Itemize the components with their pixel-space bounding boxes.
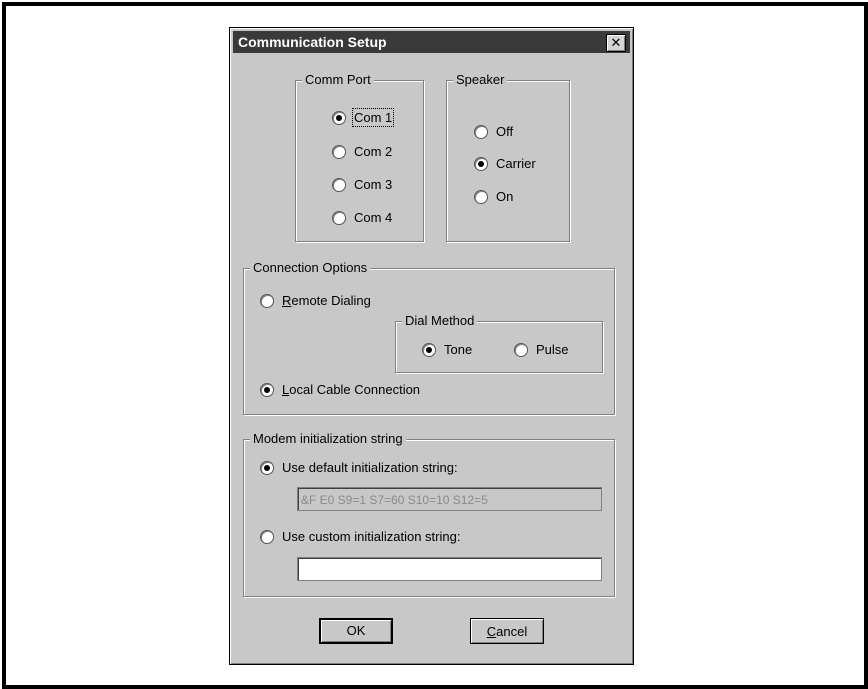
radio-speaker-carrier[interactable]: Carrier (474, 156, 536, 171)
radio-button[interactable] (332, 144, 346, 159)
radio-remote-dialing[interactable]: Remote Dialing (260, 293, 371, 308)
speaker-label: Speaker (453, 72, 508, 87)
use-custom-init-label: Use custom initialization string: (282, 529, 461, 544)
radio-local-cable[interactable]: Local Cable Connection (260, 382, 420, 397)
ok-button[interactable]: OK (319, 618, 393, 644)
connection-options-label: Connection Options (250, 260, 371, 275)
radio-button-selected[interactable] (474, 156, 488, 171)
mnemonic-r: R (282, 293, 292, 308)
remote-dialing-label: Remote Dialing (282, 293, 371, 308)
modem-init-label: Modem initialization string (250, 431, 406, 446)
communication-setup-dialog: Communication Setup ✕ Comm Port Com 1 Co… (229, 27, 634, 665)
dialog-title: Communication Setup (238, 34, 387, 50)
radio-button[interactable] (332, 210, 346, 225)
dial-method-group: Dial Method Tone Pulse (395, 313, 603, 373)
radio-button[interactable] (474, 189, 488, 204)
local-cable-rest: ocal Cable Connection (289, 382, 421, 397)
radio-use-default-init[interactable]: Use default initialization string: (260, 460, 458, 475)
radio-button-selected[interactable] (260, 460, 274, 475)
radio-com4[interactable]: Com 4 (332, 210, 392, 225)
speaker-on-label: On (496, 189, 514, 204)
pulse-label: Pulse (536, 342, 569, 357)
close-icon: ✕ (610, 35, 622, 50)
radio-button-selected[interactable] (422, 342, 436, 357)
radio-use-custom-init[interactable]: Use custom initialization string: (260, 529, 460, 544)
comm-port-label: Comm Port (302, 72, 374, 87)
radio-speaker-off[interactable]: Off (474, 124, 513, 139)
radio-com3[interactable]: Com 3 (332, 177, 392, 192)
mnemonic-c: C (486, 624, 497, 639)
radio-button-selected[interactable] (260, 382, 274, 397)
radio-com1[interactable]: Com 1 (332, 108, 395, 127)
radio-tone[interactable]: Tone (422, 342, 472, 357)
radio-speaker-on[interactable]: On (474, 189, 513, 204)
radio-button[interactable] (474, 124, 488, 139)
local-cable-label: Local Cable Connection (282, 382, 420, 397)
connection-options-group: Connection Options Remote Dialing Dial M… (243, 260, 615, 415)
speaker-carrier-label: Carrier (496, 156, 536, 171)
modem-init-group: Modem initialization string Use default … (243, 431, 615, 597)
comm-port-group: Comm Port Com 1 Com 2 Com 3 Com 4 (295, 72, 424, 242)
radio-button[interactable] (260, 293, 274, 308)
cancel-rest: ancel (496, 624, 528, 639)
radio-pulse[interactable]: Pulse (514, 342, 569, 357)
radio-button[interactable] (332, 177, 346, 192)
com1-label: Com 1 (351, 108, 395, 127)
speaker-off-label: Off (496, 124, 514, 139)
close-button[interactable]: ✕ (606, 34, 626, 52)
use-default-init-label: Use default initialization string: (282, 460, 458, 475)
radio-com2[interactable]: Com 2 (332, 144, 392, 159)
tone-label: Tone (444, 342, 473, 357)
default-init-string-field: &F E0 S9=1 S7=60 S10=10 S12=5 (297, 487, 602, 511)
title-bar[interactable]: Communication Setup ✕ (233, 31, 630, 53)
remote-dialing-rest: emote Dialing (291, 293, 371, 308)
radio-button[interactable] (514, 342, 528, 357)
speaker-group: Speaker Off Carrier On (446, 72, 570, 242)
cancel-button[interactable]: Cancel (470, 618, 544, 644)
custom-init-string-input[interactable] (297, 557, 602, 581)
com4-label: Com 4 (354, 210, 393, 225)
dial-method-label: Dial Method (402, 313, 478, 328)
radio-button[interactable] (260, 529, 274, 544)
radio-button-selected[interactable] (332, 110, 346, 125)
com2-label: Com 2 (354, 144, 393, 159)
com3-label: Com 3 (354, 177, 393, 192)
